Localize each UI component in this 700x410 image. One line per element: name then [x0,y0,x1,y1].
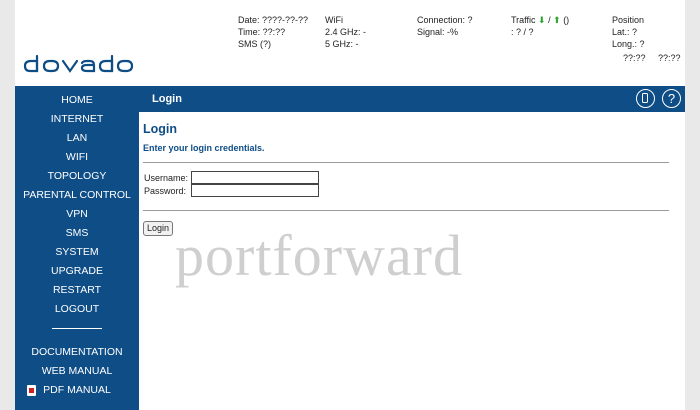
wifi-24ghz: 2.4 GHz: - [325,27,367,37]
date-text: Date: ????-??-?? [238,15,309,25]
wifi-5ghz: 5 GHz: - [325,39,359,49]
time-text: Time: ??:?? [238,27,286,37]
longitude: Long.: ? [612,39,645,49]
content-title-bar: Login ? [139,86,685,112]
dovado-logo [23,54,139,76]
sidebar-item-vpn[interactable]: VPN [15,205,139,224]
username-input[interactable] [191,171,319,184]
signal-status: Signal: -% [417,27,459,37]
help-icon[interactable]: ? [662,89,681,108]
sms-status[interactable]: SMS (?) [238,38,308,50]
login-subtitle: Enter your login credentials. [143,143,265,153]
status-wifi-column: WiFi 2.4 GHz: - 5 GHz: - [325,14,366,50]
page: Date: ????-??-?? Time: ??:?? SMS (?) WiF… [15,0,685,410]
bar-icons: ? [633,89,681,109]
login-content: Login Enter your login credentials. User… [143,122,683,236]
bar-title: Login [152,93,182,105]
password-row: Password: [144,184,319,197]
sidebar-item-logout[interactable]: LOGOUT [15,300,139,319]
wifi-label: WiFi [325,15,343,25]
status-date-column: Date: ????-??-?? Time: ??:?? SMS (?) [238,14,308,50]
sidebar-docs-menu: DOCUMENTATION WEB MANUAL PDF MANUAL [15,343,139,400]
traffic-separator: / [548,15,551,25]
position-time-2: ??:?? [658,53,681,63]
sidebar-item-wifi[interactable]: WIFI [15,148,139,167]
page-title: Login [143,122,178,136]
password-label: Password: [144,186,187,196]
sidebar-item-upgrade[interactable]: UPGRADE [15,262,139,281]
status-traffic-column: Traffic ⬇ / ⬆ () : ? / ? [511,14,569,38]
mobile-app-icon[interactable] [635,89,655,108]
traffic-label: Traffic [511,15,536,25]
username-row: Username: [144,171,319,184]
traffic-ratio: : ? / ? [511,27,534,37]
login-button[interactable]: Login [143,221,174,236]
pdf-manual-label: PDF MANUAL [43,384,111,396]
connection-status: Connection: ? [417,15,473,25]
status-connection-column: Connection: ? Signal: -% [417,14,473,38]
sidebar: HOME INTERNET LAN WIFI TOPOLOGY PARENTAL… [15,86,139,410]
sidebar-divider [52,328,102,329]
download-arrow-icon: ⬇ [538,15,546,25]
status-position-column: Position Lat.: ? Long.: ? [612,14,645,50]
divider-top [143,162,669,163]
sidebar-item-sms[interactable]: SMS [15,224,139,243]
sidebar-item-system[interactable]: SYSTEM [15,243,139,262]
divider-bottom [143,210,669,211]
username-label: Username: [144,173,189,183]
sidebar-item-web-manual[interactable]: WEB MANUAL [15,362,139,381]
upload-arrow-icon: ⬆ [553,15,561,25]
latitude: Lat.: ? [612,27,638,37]
sidebar-item-topology[interactable]: TOPOLOGY [15,167,139,186]
sidebar-item-home[interactable]: HOME [15,91,139,110]
position-label: Position [612,15,645,25]
traffic-value: () [563,15,570,25]
position-time-1: ??:?? [623,53,646,63]
sidebar-item-lan[interactable]: LAN [15,129,139,148]
sidebar-item-internet[interactable]: INTERNET [15,110,139,129]
password-input[interactable] [191,184,319,197]
sidebar-item-restart[interactable]: RESTART [15,281,139,300]
portforward-watermark: portforward [175,223,464,288]
pdf-icon [27,385,36,396]
sidebar-item-pdf-manual[interactable]: PDF MANUAL [15,381,139,400]
sidebar-item-parental-control[interactable]: PARENTAL CONTROL [15,186,139,205]
sidebar-menu: HOME INTERNET LAN WIFI TOPOLOGY PARENTAL… [15,91,139,319]
sidebar-item-documentation[interactable]: DOCUMENTATION [15,343,139,362]
traffic-line: Traffic ⬇ / ⬆ () [511,14,569,26]
